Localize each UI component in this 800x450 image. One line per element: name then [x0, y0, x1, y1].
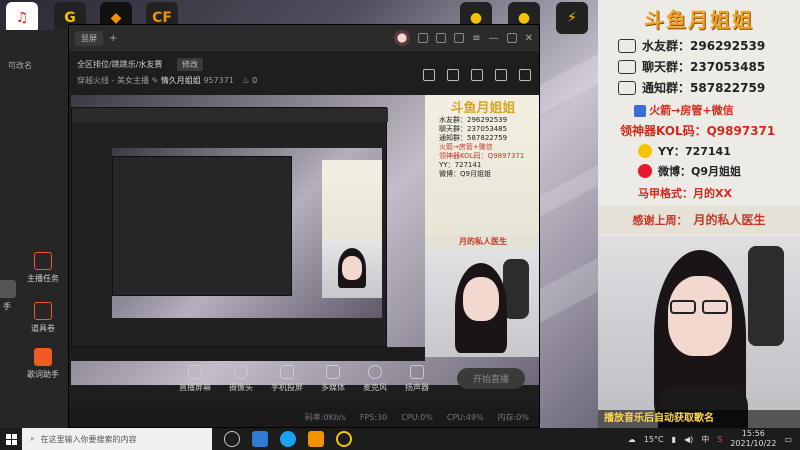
- screen-icon: [188, 365, 202, 379]
- minimize-icon[interactable]: —: [489, 33, 499, 44]
- task-view-icon[interactable]: [224, 431, 240, 447]
- tool-media[interactable]: 多媒体: [321, 365, 345, 393]
- fps-status: FPS:30: [359, 412, 388, 422]
- room-info: 全区排位/跳跳乐/水友赛 修改 穿越火线 - 美女主播 ✎ 情久月姐姐 9573…: [77, 58, 531, 89]
- desktop-app-icon[interactable]: ⚡: [556, 2, 588, 34]
- nested-preview-window: [71, 107, 388, 347]
- edit-pen-icon[interactable]: ✎: [152, 76, 159, 85]
- tool-camera[interactable]: 摄像头: [229, 365, 253, 393]
- room-name: 情久月姐姐: [160, 76, 201, 85]
- weibo-icon: [638, 164, 652, 178]
- lyrics-icon: [34, 348, 52, 366]
- room-tag[interactable]: 穿越火线 - 美女主播: [77, 76, 149, 85]
- notification-icon[interactable]: ▭: [784, 435, 792, 444]
- tool-speaker[interactable]: 扬声器: [405, 365, 429, 393]
- search-icon: ⌕: [30, 434, 35, 443]
- qq-icon: [618, 38, 636, 53]
- close-icon[interactable]: ✕: [525, 33, 533, 44]
- qq-group-row: 水友群： 296292539: [618, 37, 800, 54]
- mem-status: 内存:0%: [497, 412, 529, 422]
- temperature[interactable]: 15°C: [644, 435, 664, 444]
- media-icon: [326, 365, 340, 379]
- network-icon[interactable]: ▮: [672, 435, 676, 444]
- stream-overlay-panel: 斗鱼月姐姐 水友群： 296292539 聊天群： 237053485 通知群： 58…: [598, 0, 800, 428]
- avatar[interactable]: [394, 30, 411, 46]
- window-icon[interactable]: [418, 33, 429, 43]
- live-preview[interactable]: 斗鱼月姐姐 水友群：296292539 聊天群：237053485 通知群：58…: [71, 95, 539, 385]
- status-bar: 码率:0Kb/s FPS:30 CPU:0% CPU:49% 内存:0%: [69, 407, 539, 427]
- hot-count: ♨ 0: [242, 76, 258, 85]
- window-titlebar: 竖屏 + ≡ — ✕: [69, 25, 539, 51]
- task-icon: [34, 252, 52, 270]
- outer-app-sidebar: 可改名 手 主播任务 道具卷 歌词助手: [0, 30, 70, 428]
- kol-line: 领神器KOL码：Q9897371: [620, 124, 776, 138]
- tool-phone[interactable]: 手机投屏: [271, 365, 303, 393]
- windows-taskbar: ⌕ 在这里输入你要搜索的内容 ☁ 15°C ▮ ◀) 中 S 15:56 202…: [0, 428, 800, 450]
- room-toolbar: [423, 69, 531, 81]
- volume-icon[interactable]: ◀): [684, 435, 693, 444]
- yy-icon: [638, 144, 652, 158]
- qq-group-row: 聊天群： 237053485: [618, 58, 800, 75]
- weather-icon[interactable]: ☁: [628, 435, 636, 444]
- cpu-status: CPU:49%: [446, 412, 484, 422]
- taskbar-search-input[interactable]: ⌕ 在这里输入你要搜索的内容: [22, 428, 212, 450]
- nested-camera-view: 月的私人医生: [425, 235, 539, 357]
- phone-icon: [280, 365, 294, 379]
- edge-browser-icon[interactable]: [280, 431, 296, 447]
- music-ticker: 播放音乐后自动获取歌名: [598, 410, 800, 428]
- tool-screen[interactable]: 直播屏幕: [179, 365, 211, 393]
- overlay-title: 斗鱼月姐姐: [644, 8, 754, 32]
- settings-icon[interactable]: [436, 33, 447, 43]
- layout-icon[interactable]: [471, 69, 483, 81]
- qq-icon: [618, 80, 636, 95]
- weibo-row: 微博： Q9月姐姐: [638, 163, 800, 179]
- webcam-view: 播放音乐后自动获取歌名: [598, 236, 800, 428]
- maximize-icon[interactable]: [506, 33, 517, 43]
- app-tray-icon[interactable]: S: [717, 435, 722, 444]
- qq-group-row: 通知群： 587822759: [618, 79, 800, 96]
- sidebar-item-props[interactable]: 道具卷: [18, 302, 68, 334]
- mic-icon: [368, 365, 382, 379]
- hand-icon: [0, 280, 16, 298]
- scene-icon[interactable]: [423, 69, 435, 81]
- qq-icon: [618, 59, 636, 74]
- add-icon[interactable]: +: [109, 33, 117, 44]
- tool-mic[interactable]: 麦克风: [363, 365, 387, 393]
- lock-icon[interactable]: [447, 69, 459, 81]
- room-id: 957371: [203, 76, 234, 85]
- clock[interactable]: 15:56 2021/10/22: [730, 429, 776, 449]
- speaker-icon: [410, 365, 424, 379]
- system-tray: ☁ 15°C ▮ ◀) 中 S 15:56 2021/10/22 ▭: [628, 429, 800, 449]
- room-meta: 穿越火线 - 美女主播 ✎ 情久月姐姐 957371 ♨ 0: [77, 75, 257, 86]
- app-icon[interactable]: [336, 431, 352, 447]
- douyu-app-icon[interactable]: [308, 431, 324, 447]
- file-explorer-icon[interactable]: [252, 431, 268, 447]
- menu-icon[interactable]: ≡: [472, 33, 480, 44]
- edit-button[interactable]: 修改: [177, 58, 203, 71]
- camera-icon: [234, 365, 248, 379]
- nick-format-row: 马甲格式：月的XX: [638, 187, 732, 200]
- cpu-proc-status: CPU:0%: [401, 412, 433, 422]
- nested-overlay-panel: 斗鱼月姐姐 水友群：296292539 聊天群：237053485 通知群：58…: [425, 95, 539, 235]
- rocket-line: 火箭→房管+微信: [634, 102, 800, 118]
- rename-label[interactable]: 可改名: [8, 60, 32, 71]
- sidebar-item-tasks[interactable]: 主播任务: [18, 252, 68, 284]
- room-category: 全区排位/跳跳乐/水友赛: [77, 60, 163, 69]
- thanks-banner: 感谢上周： 月的私人医生: [598, 206, 800, 234]
- skin-icon[interactable]: [454, 33, 465, 43]
- yy-row: YY： 727141: [638, 143, 800, 159]
- language-indicator[interactable]: 中: [701, 434, 709, 445]
- windows-start-icon[interactable]: [0, 428, 22, 450]
- rocket-icon: [634, 105, 646, 117]
- start-live-button[interactable]: 开始直播: [456, 368, 525, 389]
- mode-button[interactable]: 竖屏: [75, 30, 103, 46]
- broadcaster-window: 竖屏 + ≡ — ✕ 全区排位/跳跳乐/水友赛 修改 穿越火线 - 美女主播 ✎…: [68, 24, 540, 428]
- bell-icon[interactable]: [495, 69, 507, 81]
- sidebar-item-lyrics[interactable]: 歌词助手: [18, 348, 68, 380]
- microphone-image: [748, 246, 784, 346]
- share-icon[interactable]: [519, 69, 531, 81]
- prop-icon: [34, 302, 52, 320]
- bitrate-status: 码率:0Kb/s: [304, 412, 346, 422]
